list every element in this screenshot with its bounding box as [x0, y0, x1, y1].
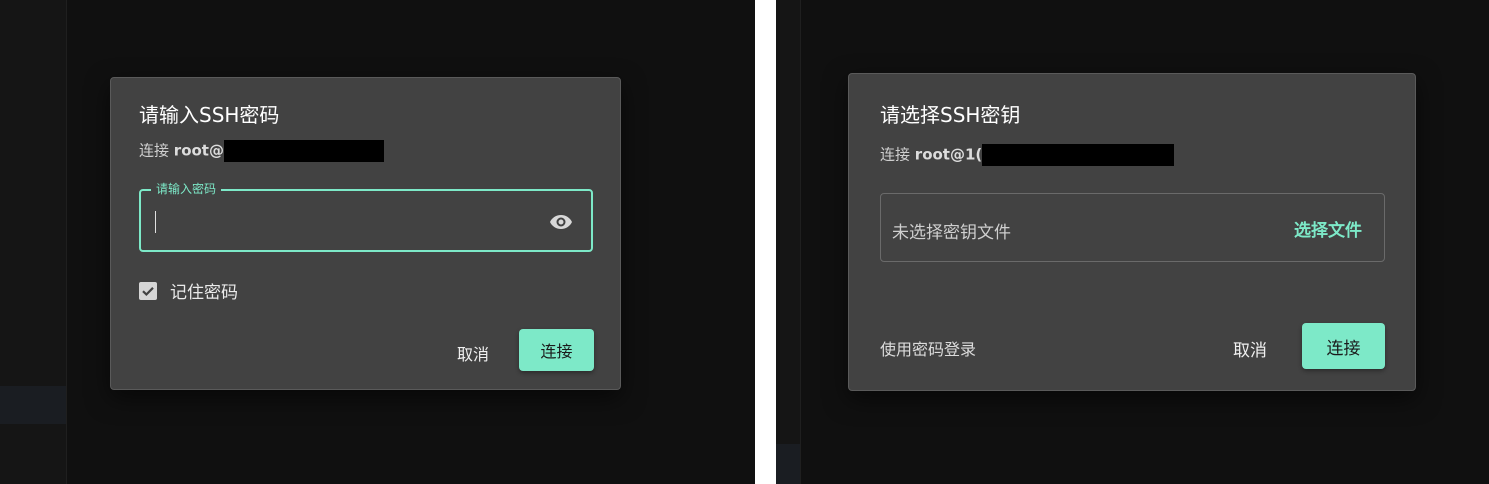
connect-prefix: 连接 [880, 145, 911, 164]
sidebar-background [0, 0, 67, 484]
connect-prefix: 连接 [139, 141, 170, 160]
connection-subtitle: 连接 root@1( [880, 144, 1175, 166]
left-screen: 请输入SSH密码 连接 root@ 请输入密码 记住密码 取消 连接 [0, 0, 755, 484]
dialog-title: 请选择SSH密钥 [880, 103, 1021, 127]
remember-password-checkbox[interactable]: 记住密码 [139, 278, 238, 303]
host-text: root@1( [914, 145, 983, 164]
sidebar-background [776, 0, 801, 484]
ssh-key-dialog: 请选择SSH密钥 连接 root@1( 未选择密钥文件 选择文件 使用密码登录 … [848, 73, 1416, 391]
password-field[interactable]: 请输入密码 [139, 181, 593, 252]
redacted-host [982, 144, 1175, 166]
use-password-login-link[interactable]: 使用密码登录 [880, 336, 976, 360]
cancel-button[interactable]: 取消 [1233, 336, 1267, 361]
checkbox[interactable] [139, 281, 157, 300]
sidebar-selected-item[interactable] [776, 444, 800, 484]
choose-file-button[interactable]: 选择文件 [1294, 216, 1362, 241]
redacted-host [223, 140, 384, 162]
remember-label: 记住密码 [170, 283, 238, 303]
connect-button[interactable]: 连接 [519, 329, 594, 371]
dialog-title: 请输入SSH密码 [139, 103, 280, 127]
right-screen: 请选择SSH密钥 连接 root@1( 未选择密钥文件 选择文件 使用密码登录 … [776, 0, 1489, 484]
connect-button[interactable]: 连接 [1302, 323, 1385, 369]
ssh-password-dialog: 请输入SSH密码 连接 root@ 请输入密码 记住密码 取消 连接 [110, 77, 621, 390]
cancel-button[interactable]: 取消 [457, 341, 489, 365]
key-file-picker[interactable]: 未选择密钥文件 选择文件 [880, 193, 1385, 262]
check-icon [142, 286, 154, 296]
sidebar-selected-item[interactable] [0, 386, 66, 424]
file-status: 未选择密钥文件 [892, 223, 1011, 243]
eye-icon[interactable] [549, 210, 573, 234]
text-caret [155, 211, 156, 233]
connection-subtitle: 连接 root@ [139, 140, 384, 162]
host-text: root@ [173, 141, 224, 160]
password-field-label: 请输入密码 [151, 181, 222, 197]
